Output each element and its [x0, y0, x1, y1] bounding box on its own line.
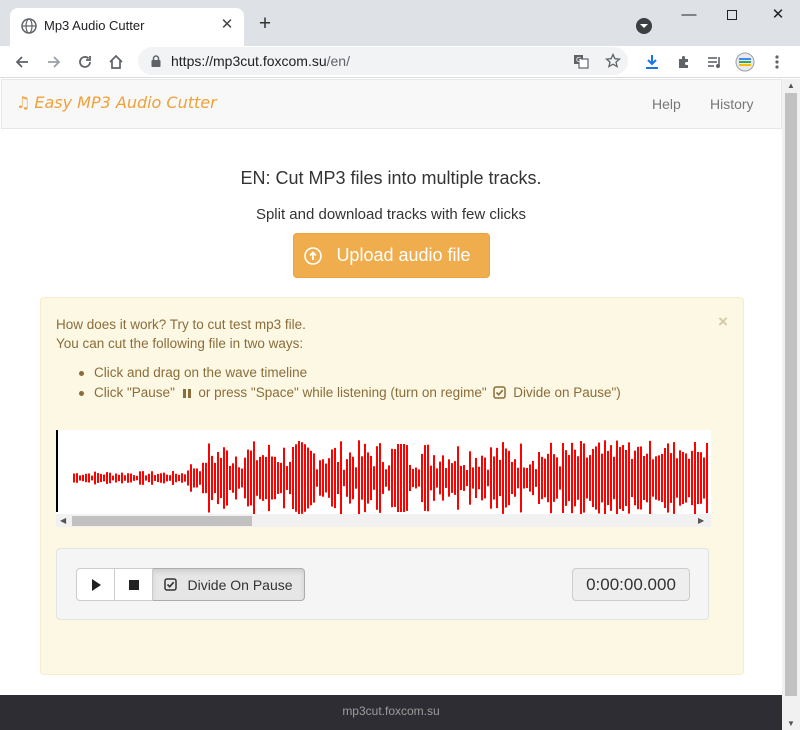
scroll-up-icon[interactable]: ▲ [787, 81, 795, 90]
menu-icon[interactable] [766, 51, 788, 73]
lock-icon[interactable] [149, 54, 163, 68]
brand-link[interactable]: ♫ Easy MP3 Audio Cutter [16, 93, 217, 112]
alert-intro: How does it work? Try to cut test mp3 fi… [56, 317, 306, 332]
checkbox-icon [493, 386, 507, 399]
media-icon[interactable] [704, 51, 726, 73]
alert-item-pause-c: Divide on Pause") [513, 385, 621, 400]
scroll-down-icon[interactable]: ▼ [787, 719, 795, 728]
player-controls: Divide On Pause 0:00:00.000 [56, 548, 709, 620]
tab-search-icon[interactable] [636, 18, 652, 34]
upload-icon [304, 246, 323, 265]
alert-item-drag: Click and drag on the wave timeline [94, 365, 308, 380]
tab-close-icon[interactable]: ✕ [219, 17, 235, 33]
stop-button[interactable] [115, 568, 153, 601]
url-base: https://mp3cut.foxcom.su [171, 53, 327, 69]
waveform-timeline[interactable] [56, 430, 711, 516]
play-button[interactable] [76, 568, 115, 601]
home-button[interactable] [104, 50, 128, 74]
divide-label: Divide On Pause [187, 576, 293, 593]
back-button[interactable] [10, 50, 34, 74]
waveform-scrollbar[interactable]: ◀ ▶ [56, 514, 711, 527]
upload-label: Upload audio file [336, 245, 471, 265]
bullet [79, 371, 84, 376]
scroll-left-icon[interactable]: ◀ [60, 516, 66, 525]
music-note-icon: ♫ [16, 93, 31, 112]
alert-item-pause-a: Click "Pause" [94, 385, 175, 400]
scroll-right-icon[interactable]: ▶ [698, 516, 704, 525]
forward-icon [48, 56, 61, 68]
page-scrollbar-thumb[interactable] [785, 93, 797, 696]
page-subtitle: Split and download tracks with few click… [255, 206, 527, 223]
brand-text: Easy MP3 Audio Cutter [34, 93, 217, 112]
site-navbar: ♫ Easy MP3 Audio Cutter Help History [1, 79, 782, 129]
home-icon [109, 54, 123, 69]
reload-icon [79, 56, 91, 68]
browser-titlebar: Mp3 Audio Cutter ✕ + — ✕ [0, 0, 800, 46]
page-title: EN: Cut MP3 files into multiple tracks. [240, 168, 542, 188]
reload-button[interactable] [73, 50, 97, 74]
url-text: https://mp3cut.foxcom.su/en/ [171, 53, 350, 69]
main-content: EN: Cut MP3 files into multiple tracks. … [0, 130, 782, 695]
url-path: /en/ [326, 53, 350, 69]
playhead-cursor[interactable] [56, 430, 58, 512]
alert-item-pause: Click "Pause" or press "Space" while lis… [94, 385, 621, 400]
address-bar[interactable]: https://mp3cut.foxcom.su/en/ G [138, 47, 628, 75]
pause-icon [182, 389, 191, 398]
play-icon [91, 578, 101, 591]
stop-icon [128, 579, 139, 590]
scrollbar-thumb[interactable] [72, 516, 252, 526]
bullet [79, 391, 84, 396]
download-icon[interactable] [641, 51, 663, 73]
back-icon [15, 56, 28, 68]
alert-ways: You can cut the following file in two wa… [56, 336, 304, 351]
help-alert: × How does it work? Try to cut test mp3 … [40, 297, 744, 675]
waveform[interactable] [56, 430, 711, 516]
time-display: 0:00:00.000 [572, 568, 690, 601]
player-button-group: Divide On Pause [76, 568, 305, 601]
extensions-icon[interactable] [673, 51, 695, 73]
minimize-button[interactable]: — [675, 4, 703, 28]
svg-text:G: G [576, 56, 581, 64]
browser-toolbar: https://mp3cut.foxcom.su/en/ G [0, 46, 800, 78]
profile-icon[interactable] [734, 51, 756, 73]
translate-icon[interactable]: G [572, 52, 590, 70]
alert-close-icon[interactable]: × [718, 312, 728, 332]
forward-button[interactable] [42, 50, 66, 74]
close-window-button[interactable]: ✕ [764, 4, 792, 28]
globe-icon [21, 18, 37, 34]
star-icon[interactable] [604, 52, 622, 70]
nav-help-link[interactable]: Help [652, 96, 681, 112]
page-scrollbar[interactable]: ▲ ▼ [782, 79, 800, 730]
upload-audio-button[interactable]: Upload audio file [293, 233, 490, 278]
alert-item-pause-b: or press "Space" while listening (turn o… [198, 385, 487, 400]
checkbox-icon [164, 578, 178, 591]
new-tab-button[interactable]: + [254, 13, 276, 36]
nav-history-link[interactable]: History [710, 96, 754, 112]
tab-title: Mp3 Audio Cutter [44, 18, 145, 33]
footer: mp3cut.foxcom.su [0, 695, 782, 730]
browser-tab[interactable]: Mp3 Audio Cutter ✕ [10, 8, 244, 46]
divide-on-pause-toggle[interactable]: Divide On Pause [153, 568, 305, 601]
maximize-button[interactable] [718, 4, 746, 28]
